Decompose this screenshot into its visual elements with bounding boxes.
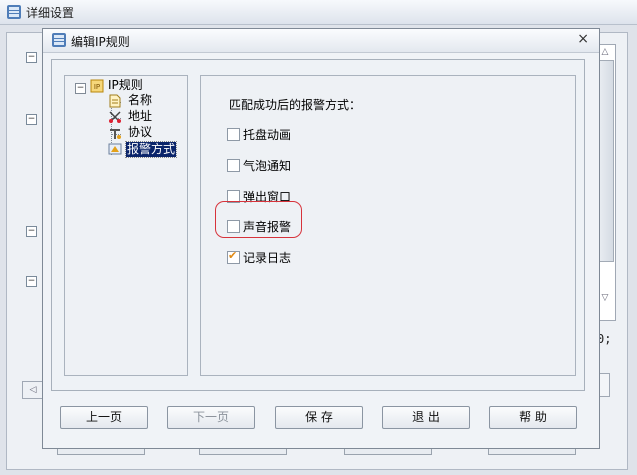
- document-icon: [109, 94, 121, 108]
- app-icon: [52, 33, 66, 47]
- scroll-left-icon[interactable]: ◁: [22, 381, 44, 399]
- background-collapse-icon[interactable]: −: [26, 52, 37, 63]
- background-titlebar: 详细设置: [0, 0, 637, 25]
- write-log-label: 记录日志: [243, 251, 292, 265]
- tree-item-protocol[interactable]: 协议: [127, 125, 153, 140]
- alarm-icon: [108, 143, 122, 155]
- dialog-titlebar[interactable]: 编辑IP规则 ×: [43, 29, 599, 53]
- tree-item-ip-rule[interactable]: IP规则: [107, 78, 144, 93]
- ip-rule-icon: IP: [90, 79, 104, 93]
- dialog-title: 编辑IP规则: [71, 35, 130, 49]
- exit-button[interactable]: 退 出: [382, 406, 470, 429]
- next-page-button[interactable]: 下一页: [167, 406, 255, 429]
- prev-page-button[interactable]: 上一页: [60, 406, 148, 429]
- tree-item-name[interactable]: 名称: [127, 93, 153, 108]
- background-scrollbar-thumb[interactable]: [598, 60, 614, 262]
- app-icon: [7, 5, 21, 19]
- background-collapse-icon[interactable]: −: [26, 226, 37, 237]
- write-log-checkbox[interactable]: [227, 249, 240, 264]
- collapse-icon[interactable]: −: [75, 83, 86, 94]
- address-icon: [109, 111, 121, 123]
- tree-panel: − IP IP规则 名称 地址 协议 报警方式: [64, 75, 188, 376]
- edit-ip-rule-dialog: 编辑IP规则 × − IP IP规则 名称 地址 协议 报警方式 匹配成功后的报…: [42, 28, 600, 449]
- bubble-notification-checkbox[interactable]: [227, 159, 240, 172]
- scroll-up-icon[interactable]: △: [598, 46, 612, 58]
- help-button[interactable]: 帮 助: [489, 406, 577, 429]
- save-button[interactable]: 保 存: [275, 406, 363, 429]
- tree-item-address[interactable]: 地址: [127, 109, 153, 124]
- protocol-icon: [110, 129, 121, 139]
- tree-item-alarm-method[interactable]: 报警方式: [124, 141, 178, 158]
- svg-text:IP: IP: [94, 83, 100, 91]
- background-window-title: 详细设置: [26, 6, 75, 20]
- bubble-notification-label: 气泡通知: [243, 159, 292, 173]
- background-collapse-icon[interactable]: −: [26, 276, 37, 287]
- scroll-down-icon[interactable]: ▽: [598, 292, 612, 304]
- tray-animation-checkbox[interactable]: [227, 128, 240, 141]
- close-icon[interactable]: ×: [577, 32, 589, 46]
- alarm-settings-title: 匹配成功后的报警方式：: [229, 98, 362, 112]
- tray-animation-label: 托盘动画: [243, 128, 292, 142]
- highlight-annotation: [215, 201, 302, 238]
- dialog-content-frame: − IP IP规则 名称 地址 协议 报警方式 匹配成功后的报警方式： 托盘动画…: [51, 59, 585, 391]
- background-collapse-icon[interactable]: −: [26, 114, 37, 125]
